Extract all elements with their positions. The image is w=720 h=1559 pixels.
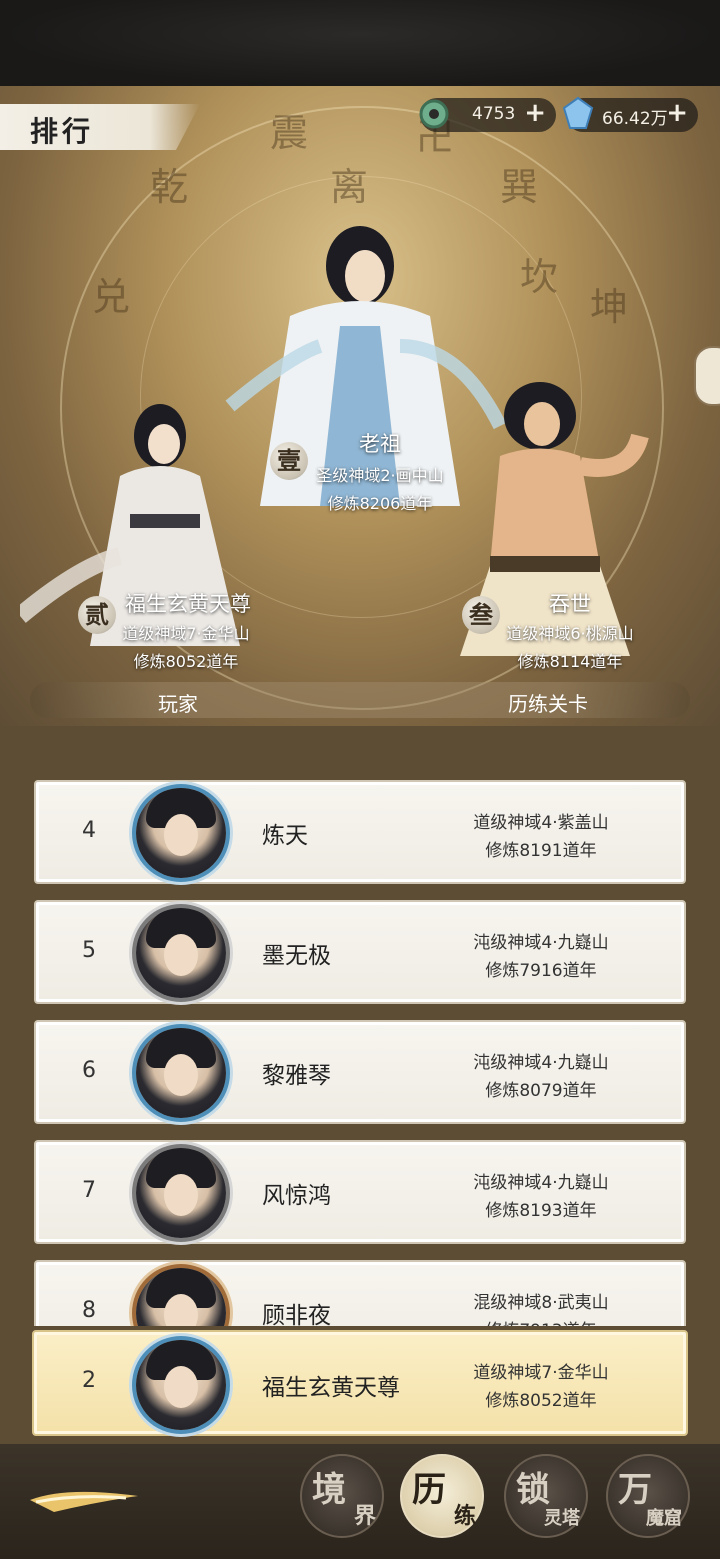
table-row[interactable]: 4 炼天 道级神域4·紫盖山 修炼8191道年 (34, 780, 686, 884)
row-realm: 沌级神域4·九嶷山 (473, 1173, 609, 1193)
table-row[interactable]: 8 顾非夜 混级神域8·武夷山 修炼7913道年 (34, 1260, 686, 1326)
page-title: 排行 (30, 115, 95, 148)
nav-realm-char: 境 (312, 1470, 346, 1510)
row-rank: 5 (82, 938, 96, 963)
row-name: 福生玄黄天尊 (262, 1375, 400, 1401)
rank3-years: 修炼8114道年 (517, 652, 623, 671)
avatar (136, 1028, 226, 1118)
nav-realm-button[interactable]: 境 界 (300, 1454, 384, 1538)
side-tab-button[interactable] (694, 346, 720, 406)
jade-resource[interactable]: 4753 + (419, 98, 556, 132)
glyph-4: 兑 (92, 275, 131, 319)
row-years: 修炼7916道年 (485, 961, 597, 981)
page-title-tab: 排行 (0, 104, 200, 150)
table-row[interactable]: 6 黎雅琴 沌级神域4·九嶷山 修炼8079道年 (34, 1020, 686, 1124)
row-name: 墨无极 (262, 943, 331, 969)
category-trials[interactable]: 历练关卡 (508, 688, 588, 717)
nav-realm-sub: 界 (353, 1503, 376, 1529)
row-realm: 道级神域7·金华山 (473, 1363, 609, 1383)
row-name: 黎雅琴 (262, 1063, 331, 1089)
avatar (136, 1268, 226, 1326)
row-name: 炼天 (262, 823, 308, 849)
row-realm: 沌级神域4·九嶷山 (473, 1053, 609, 1073)
rank1-name: 老祖 (359, 432, 401, 456)
rank2-realm: 道级神域7·金华山 (122, 624, 250, 643)
row-rank: 8 (82, 1298, 96, 1323)
nav-tower-sub: 灵塔 (544, 1508, 580, 1529)
crystal-icon (562, 96, 594, 129)
row-realm: 混级神域8·武夷山 (473, 1293, 609, 1313)
rank2-years: 修炼8052道年 (133, 652, 239, 671)
rank3-realm: 道级神域6·桃源山 (506, 624, 634, 643)
crystal-count: 66.42万 (602, 109, 668, 129)
row-years: 修炼8193道年 (485, 1201, 597, 1221)
glyph-7: 离 (330, 165, 369, 209)
row-realm: 道级神域4·紫盖山 (473, 813, 609, 833)
crystal-resource[interactable]: 66.42万 + (562, 96, 698, 132)
avatar (136, 788, 226, 878)
rank1-years: 修炼8206道年 (327, 494, 433, 513)
glyph-6: 乾 (150, 165, 189, 209)
category-band: 玩家 历练关卡 (30, 682, 690, 718)
crystal-add-button[interactable]: + (666, 98, 688, 128)
nav-trial-button[interactable]: 历 练 (400, 1454, 484, 1538)
hero-podium-background: 震 卍 坤 兑 巽 乾 离 坎 壹 老祖 圣级神域2·画中山 修炼8206道年 … (0, 86, 720, 726)
row-rank: 7 (82, 1178, 96, 1203)
nav-tower-button[interactable]: 锁 灵塔 (504, 1454, 588, 1538)
nav-trial-sub: 练 (453, 1503, 476, 1529)
row-name: 风惊鸿 (262, 1183, 331, 1209)
row-years: 修炼8079道年 (485, 1081, 597, 1101)
row-years: 修炼7913道年 (456, 1316, 626, 1326)
category-players[interactable]: 玩家 (158, 688, 198, 717)
row-name: 顾非夜 (262, 1303, 331, 1326)
glyph-8: 坎 (520, 255, 559, 299)
row-years: 修炼8191道年 (485, 841, 597, 861)
jade-add-button[interactable]: + (524, 98, 546, 128)
avatar (136, 1148, 226, 1238)
row-rank: 4 (82, 818, 96, 843)
glyph-5: 巽 (500, 165, 539, 209)
rank2-name: 福生玄黄天尊 (125, 592, 251, 616)
table-row[interactable]: 5 墨无极 沌级神域4·九嶷山 修炼7916道年 (34, 900, 686, 1004)
row-rank: 2 (82, 1368, 96, 1393)
jade-count: 4753 (472, 104, 516, 124)
ranking-list[interactable]: 4 炼天 道级神域4·紫盖山 修炼8191道年 5 墨无极 沌级神域4·九嶷山 … (0, 726, 720, 1326)
row-years: 修炼8052道年 (485, 1391, 597, 1411)
nav-demon-cave-sub: 魔窟 (646, 1508, 682, 1529)
jade-icon (419, 99, 449, 129)
rank3-name: 吞世 (549, 592, 591, 616)
glyph-3: 坤 (590, 285, 629, 329)
table-row[interactable]: 7 风惊鸿 沌级神域4·九嶷山 修炼8193道年 (34, 1140, 686, 1244)
top-bar (0, 0, 720, 86)
nav-demon-cave-button[interactable]: 万 魔窟 (606, 1454, 690, 1538)
avatar (136, 1340, 226, 1430)
my-rank-row[interactable]: 2 福生玄黄天尊 道级神域7·金华山 修炼8052道年 (32, 1330, 688, 1436)
nav-trial-char: 历 (412, 1470, 446, 1510)
row-rank: 6 (82, 1058, 96, 1083)
row-realm: 沌级神域4·九嶷山 (473, 933, 609, 953)
avatar (136, 908, 226, 998)
glyph-1: 震 (270, 111, 309, 155)
back-brush-icon[interactable] (26, 1482, 146, 1518)
rank1-realm: 圣级神域2·画中山 (316, 466, 444, 485)
